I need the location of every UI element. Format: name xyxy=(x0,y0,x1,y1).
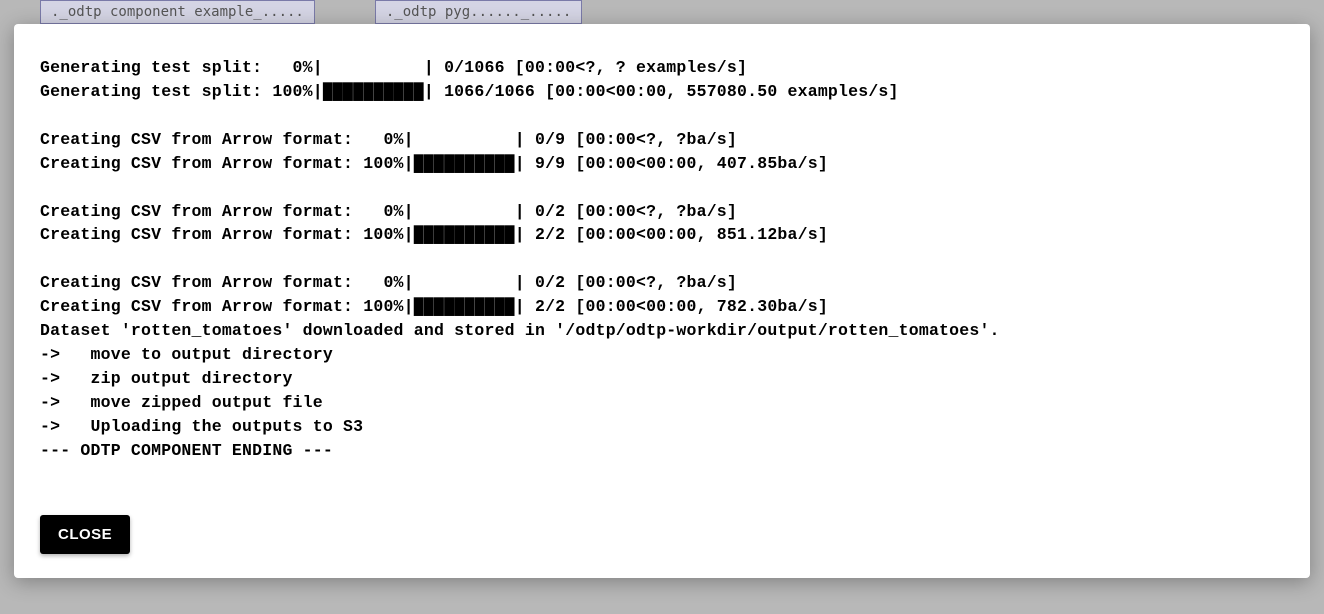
log-output: Generating test split: 0%| | 0/1066 [00:… xyxy=(40,56,1284,499)
log-modal: Generating test split: 0%| | 0/1066 [00:… xyxy=(14,24,1310,578)
close-button[interactable]: CLOSE xyxy=(40,515,130,554)
bg-tab-2: ._odtp pyg......_..... xyxy=(375,0,582,24)
bg-tab-1: ._odtp component example_..... xyxy=(40,0,315,24)
background-tabs: ._odtp component example_..... ._odtp py… xyxy=(40,0,582,24)
